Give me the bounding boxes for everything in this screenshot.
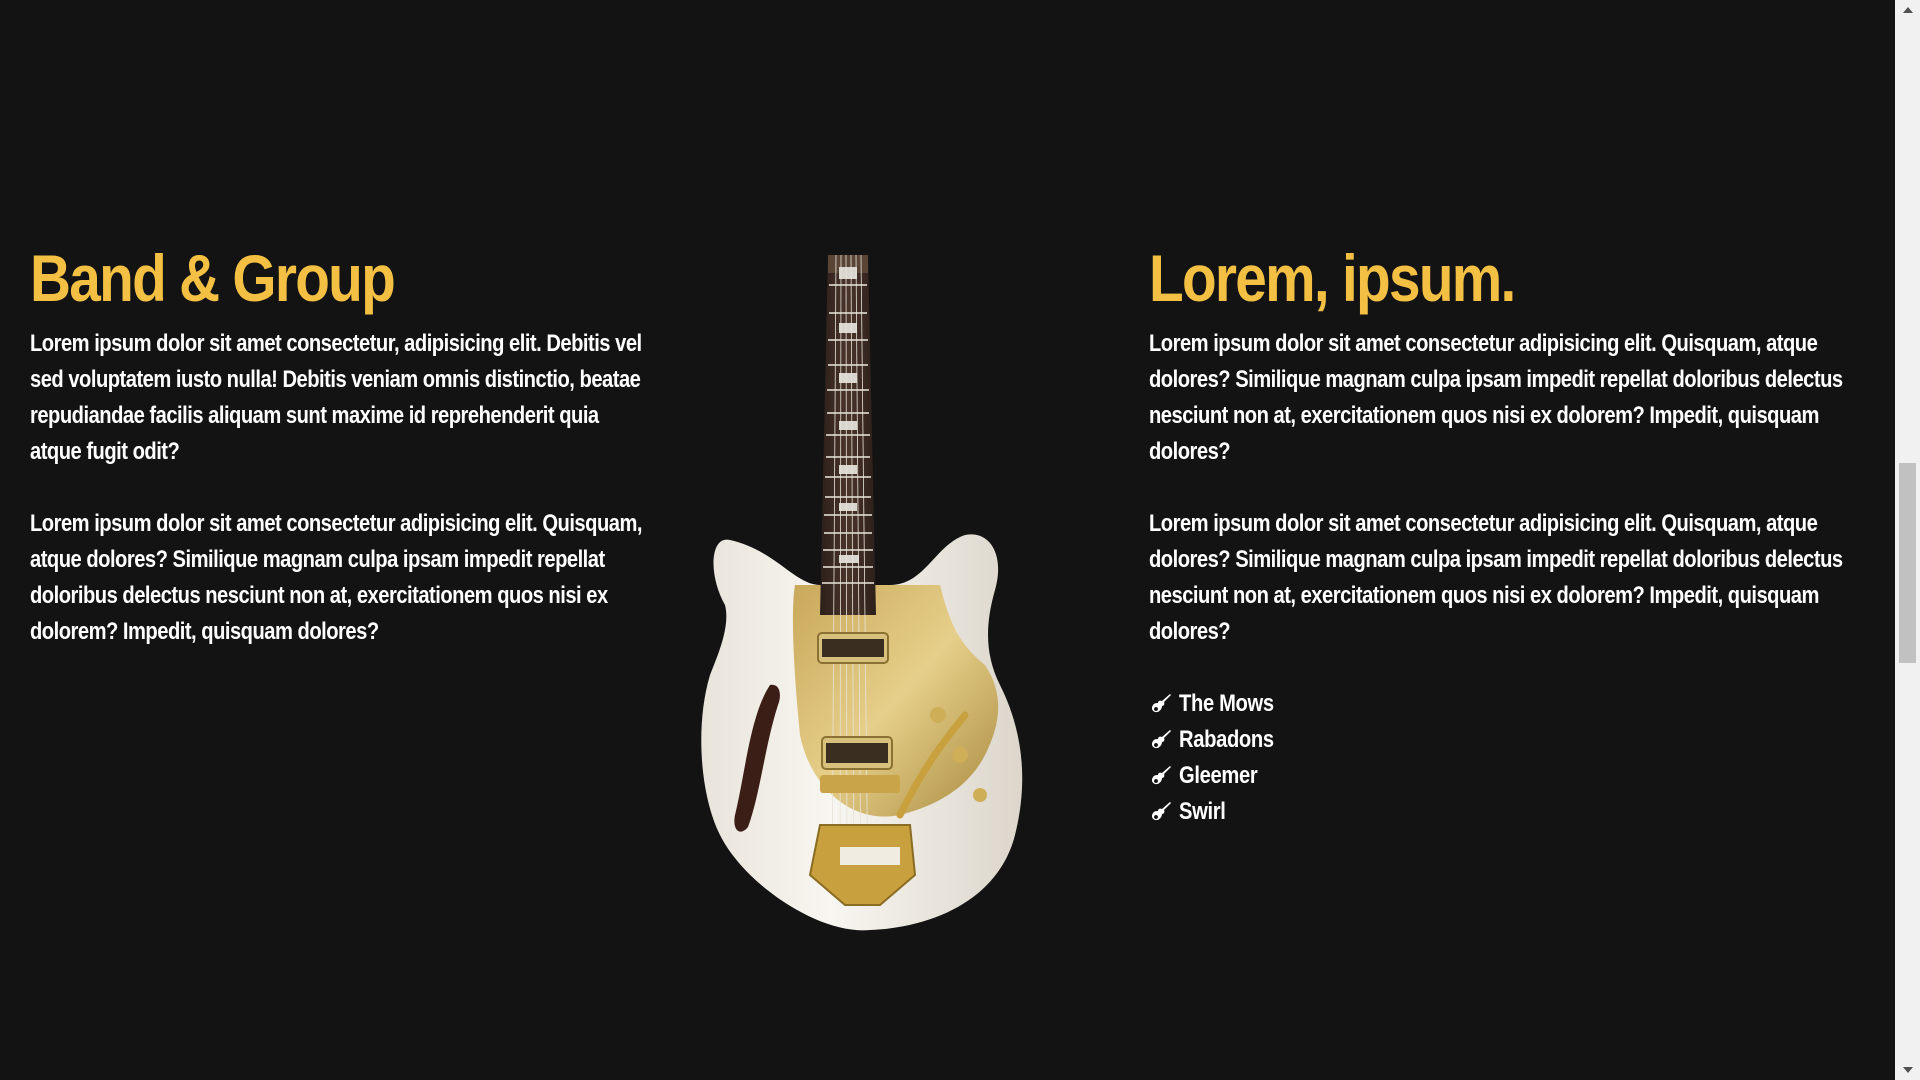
guitar-icon xyxy=(1151,766,1171,785)
band-name: Rabadons xyxy=(1179,726,1274,753)
chevron-up-icon xyxy=(1902,7,1913,13)
band-name: Gleemer xyxy=(1179,762,1258,789)
band-name: The Mows xyxy=(1179,690,1274,717)
band-name: Swirl xyxy=(1179,798,1226,825)
vertical-scrollbar[interactable] xyxy=(1895,0,1920,1080)
guitar-icon xyxy=(1151,694,1171,713)
left-paragraph-1: Lorem ipsum dolor sit amet consectetur, … xyxy=(30,330,642,465)
right-section: Lorem, ipsum. Lorem ipsum dolor sit amet… xyxy=(1149,240,1869,830)
scrollbar-thumb[interactable] xyxy=(1899,463,1916,663)
chevron-down-icon xyxy=(1902,1067,1913,1073)
scroll-up-button[interactable] xyxy=(1895,0,1920,20)
guitar-icon xyxy=(1151,802,1171,821)
scroll-down-button[interactable] xyxy=(1895,1060,1920,1080)
left-paragraph-2: Lorem ipsum dolor sit amet consectetur a… xyxy=(30,510,642,645)
list-item: Rabadons xyxy=(1149,722,1869,758)
right-paragraph-1: Lorem ipsum dolor sit amet consectetur a… xyxy=(1149,330,1843,465)
left-section: Band & Group Lorem ipsum dolor sit amet … xyxy=(30,240,650,650)
right-heading: Lorem, ipsum. xyxy=(1149,241,1516,315)
guitar-image xyxy=(701,255,1023,931)
list-item: Swirl xyxy=(1149,794,1869,830)
band-list: The Mows Rabadons Gleemer Swirl xyxy=(1149,686,1869,830)
left-heading: Band & Group xyxy=(30,241,396,315)
list-item: Gleemer xyxy=(1149,758,1869,794)
guitar-icon xyxy=(1151,730,1171,749)
page: Band & Group Lorem ipsum dolor sit amet … xyxy=(0,0,1895,1080)
right-paragraph-2: Lorem ipsum dolor sit amet consectetur a… xyxy=(1149,510,1843,645)
list-item: The Mows xyxy=(1149,686,1869,722)
